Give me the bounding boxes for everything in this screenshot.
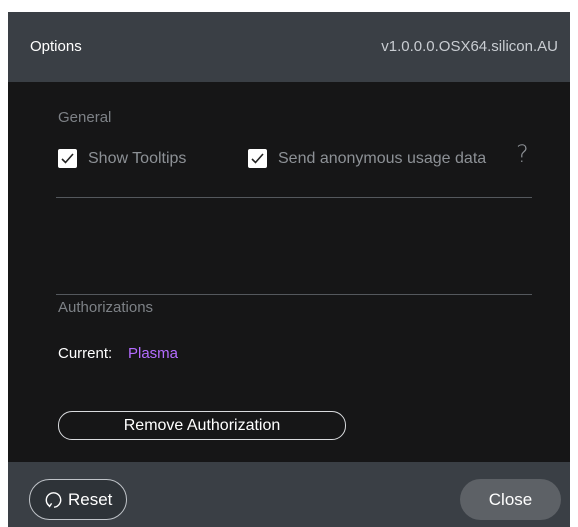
- show-tooltips-label[interactable]: Show Tooltips: [88, 150, 186, 168]
- checkmark-icon: [251, 153, 264, 164]
- reset-icon: [45, 492, 62, 508]
- title-bar: Options v1.0.0.0.OSX64.silicon.AU: [8, 12, 570, 82]
- current-authorization-value: Plasma: [128, 345, 179, 362]
- send-usage-checkbox[interactable]: [248, 149, 267, 168]
- reset-label: Reset: [68, 490, 113, 509]
- general-heading: General: [58, 109, 112, 126]
- checkmark-icon: [61, 153, 74, 164]
- close-button[interactable]: Close: [460, 479, 561, 520]
- authorizations-heading: Authorizations: [58, 299, 154, 316]
- send-usage-label[interactable]: Send anonymous usage data: [278, 150, 486, 168]
- help-icon[interactable]: ?: [516, 142, 529, 166]
- dialog-title: Options: [30, 38, 82, 55]
- current-authorization-label: Current:: [58, 345, 113, 362]
- version-label: v1.0.0.0.OSX64.silicon.AU: [381, 38, 558, 55]
- remove-authorization-button[interactable]: Remove Authorization: [58, 411, 346, 440]
- reset-button[interactable]: Reset: [29, 479, 127, 520]
- divider: [56, 197, 532, 198]
- divider: [56, 294, 532, 295]
- show-tooltips-checkbox[interactable]: [58, 149, 77, 168]
- footer-bar: Reset Close: [8, 462, 570, 527]
- options-dialog: Options v1.0.0.0.OSX64.silicon.AU Genera…: [8, 12, 570, 527]
